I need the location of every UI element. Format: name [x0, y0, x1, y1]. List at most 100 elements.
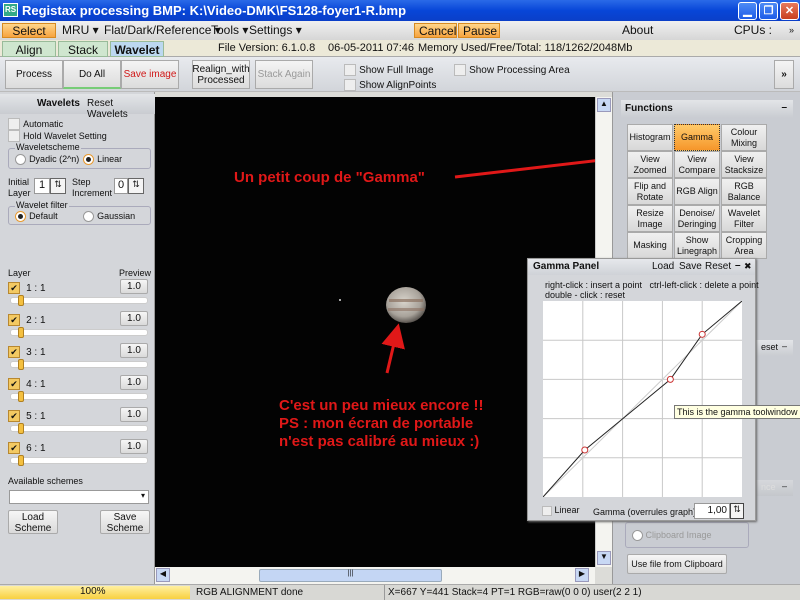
- do-all-button[interactable]: Do All: [63, 60, 121, 89]
- dyadic-radio[interactable]: [15, 153, 26, 165]
- function-flip-and-rotate-button[interactable]: Flip and Rotate: [627, 178, 673, 205]
- default-filter-option[interactable]: Default: [15, 210, 58, 222]
- gamma-spinner-icon[interactable]: ⇅: [730, 503, 744, 519]
- gamma-reset-button[interactable]: Reset: [705, 261, 731, 272]
- show-full-image-toggle[interactable]: Show Full Image: [344, 64, 434, 77]
- gamma-value-input[interactable]: 1,00: [694, 503, 730, 519]
- minimize-button[interactable]: ▁: [738, 2, 757, 20]
- function-view-zoomed-button[interactable]: View Zoomed: [627, 151, 673, 178]
- show-processing-area-toggle[interactable]: Show Processing Area: [454, 64, 570, 77]
- clipboard-image-option[interactable]: Clipboard Image: [632, 530, 712, 542]
- layer-slider[interactable]: [10, 455, 148, 466]
- layer-slider[interactable]: [10, 391, 148, 402]
- stack-again-button[interactable]: Stack Again: [255, 60, 313, 89]
- horizontal-scrollbar[interactable]: ◀ ||| ▶: [155, 567, 595, 584]
- layer-preview-button[interactable]: 1.0: [120, 311, 148, 326]
- layer-checkbox[interactable]: ✔: [8, 410, 20, 422]
- restore-button[interactable]: ❐: [759, 2, 778, 20]
- expand-toolbar-button[interactable]: »: [774, 60, 794, 89]
- linear-option[interactable]: Linear: [83, 153, 122, 165]
- gamma-panel-titlebar[interactable]: Gamma Panel Load Save Reset – ✖: [528, 259, 755, 275]
- layer-preview-button[interactable]: 1.0: [120, 439, 148, 454]
- tab-stack[interactable]: Stack: [58, 41, 108, 57]
- settings-menu[interactable]: Settings ▾: [245, 23, 306, 38]
- gamma-close-icon[interactable]: ✖: [744, 261, 752, 272]
- hold-wavelet-toggle[interactable]: Hold Wavelet Setting: [8, 130, 107, 143]
- gamma-load-button[interactable]: Load: [652, 261, 674, 272]
- layer-slider-thumb[interactable]: [18, 295, 24, 306]
- function-gamma-button[interactable]: Gamma: [674, 124, 720, 151]
- use-file-from-clipboard-button[interactable]: Use file from Clipboard: [627, 554, 727, 574]
- function-histogram-button[interactable]: Histogram: [627, 124, 673, 151]
- function-view-compare-button[interactable]: View Compare: [674, 151, 720, 178]
- function-rgb-align-button[interactable]: RGB Align: [674, 178, 720, 205]
- scroll-down-icon[interactable]: ▼: [597, 551, 611, 565]
- select-menu[interactable]: Select: [2, 23, 56, 38]
- gamma-save-button[interactable]: Save: [679, 261, 702, 272]
- show-alignpoints-checkbox[interactable]: [344, 79, 356, 92]
- layer-slider[interactable]: [10, 327, 148, 338]
- layer-slider-thumb[interactable]: [18, 391, 24, 402]
- show-full-image-checkbox[interactable]: [344, 64, 356, 77]
- function-masking-button[interactable]: Masking: [627, 232, 673, 259]
- gamma-minimize-icon[interactable]: –: [735, 260, 741, 271]
- step-increment-spinner-icon[interactable]: ⇅: [128, 178, 144, 194]
- linear-toggle[interactable]: Linear: [542, 505, 580, 516]
- tab-align[interactable]: Align: [2, 41, 56, 57]
- automatic-toggle[interactable]: Automatic: [8, 118, 63, 131]
- load-scheme-button[interactable]: Load Scheme: [8, 510, 58, 534]
- realign-with-processed-button[interactable]: Realign_with Processed: [192, 60, 250, 89]
- layer-slider-thumb[interactable]: [18, 423, 24, 434]
- function-view-stacksize-button[interactable]: View Stacksize: [721, 151, 767, 178]
- initial-layer-input[interactable]: 1: [34, 178, 50, 194]
- gamma-curve-graph[interactable]: [543, 301, 742, 497]
- scroll-left-icon[interactable]: ◀: [156, 568, 170, 582]
- layer-slider-thumb[interactable]: [18, 455, 24, 466]
- automatic-checkbox[interactable]: [8, 118, 20, 131]
- function-resize-image-button[interactable]: Resize Image: [627, 205, 673, 232]
- function-colour-mixing-button[interactable]: Colour Mixing: [721, 124, 767, 151]
- mru-menu[interactable]: MRU ▾: [58, 23, 103, 38]
- dyadic-option[interactable]: Dyadic (2^n): [15, 153, 79, 165]
- layer-preview-button[interactable]: 1.0: [120, 279, 148, 294]
- layer-slider-thumb[interactable]: [18, 359, 24, 370]
- layer-checkbox[interactable]: ✔: [8, 282, 20, 294]
- scroll-up-icon[interactable]: ▲: [597, 98, 611, 112]
- gamma-control-point[interactable]: [698, 330, 706, 338]
- function-show-linegraph-button[interactable]: Show Linegraph: [674, 232, 720, 259]
- function-cropping-area-button[interactable]: Cropping Area: [721, 232, 767, 259]
- layer-checkbox[interactable]: ✔: [8, 314, 20, 326]
- show-alignpoints-toggle[interactable]: Show AlignPoints: [344, 79, 436, 92]
- save-scheme-button[interactable]: Save Scheme: [100, 510, 150, 534]
- layer-slider[interactable]: [10, 359, 148, 370]
- functions-collapse-icon[interactable]: –: [781, 102, 787, 113]
- function-rgb-balance-button[interactable]: RGB Balance: [721, 178, 767, 205]
- layer-checkbox[interactable]: ✔: [8, 378, 20, 390]
- tab-wavelet[interactable]: Wavelet: [110, 41, 164, 57]
- gamma-control-point[interactable]: [666, 375, 674, 383]
- menu-overflow-icon[interactable]: »: [785, 23, 798, 38]
- layer-slider[interactable]: [10, 295, 148, 306]
- layer-preview-button[interactable]: 1.0: [120, 407, 148, 422]
- function-wavelet-filter-button[interactable]: Wavelet Filter: [721, 205, 767, 232]
- reset-section-collapse-icon[interactable]: –: [782, 341, 787, 351]
- layer-slider-thumb[interactable]: [18, 327, 24, 338]
- reset-wavelets-button[interactable]: Reset Wavelets: [87, 98, 155, 120]
- close-button[interactable]: ✕: [780, 2, 799, 20]
- layer-checkbox[interactable]: ✔: [8, 346, 20, 358]
- gaussian-radio[interactable]: [83, 210, 94, 222]
- save-image-button[interactable]: Save image: [121, 60, 179, 89]
- scroll-right-icon[interactable]: ▶: [575, 568, 589, 582]
- linear-checkbox[interactable]: [542, 505, 552, 516]
- show-processing-area-checkbox[interactable]: [454, 64, 466, 77]
- default-radio[interactable]: [15, 210, 26, 222]
- about-menu[interactable]: About: [618, 23, 657, 38]
- horizontal-scroll-thumb[interactable]: |||: [259, 569, 442, 582]
- function-denoise-deringing-button[interactable]: Denoise/ Deringing: [674, 205, 720, 232]
- layer-checkbox[interactable]: ✔: [8, 442, 20, 454]
- gaussian-filter-option[interactable]: Gaussian: [83, 210, 135, 222]
- linear-radio[interactable]: [83, 153, 94, 165]
- initial-layer-spinner-icon[interactable]: ⇅: [50, 178, 66, 194]
- clipboard-image-radio[interactable]: [632, 530, 643, 542]
- lower-section-collapse-icon[interactable]: –: [782, 481, 787, 491]
